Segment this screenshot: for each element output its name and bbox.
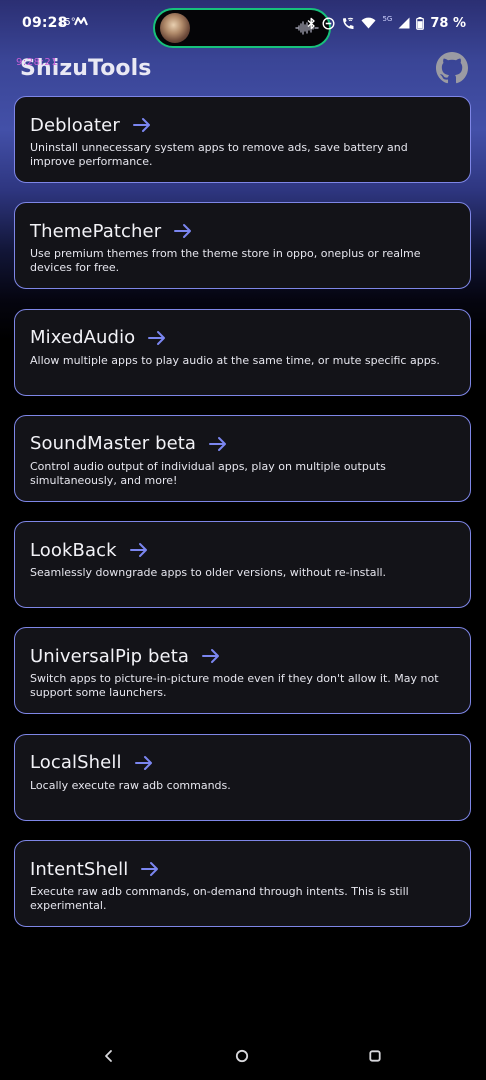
do-not-disturb-icon (322, 16, 335, 30)
tool-card-mixedaudio[interactable]: MixedAudio Allow multiple apps to play a… (14, 308, 471, 396)
card-title-row: SoundMaster beta (30, 431, 456, 457)
card-title-row: IntentShell (30, 856, 456, 882)
card-description: Locally execute raw adb commands. (30, 778, 231, 792)
media-island[interactable] (153, 8, 331, 48)
arrow-right-icon (134, 755, 152, 770)
status-icons: 5G 78 % (307, 13, 466, 33)
card-title: UniversalPip beta (30, 645, 190, 667)
card-title: LocalShell (30, 752, 122, 774)
arrow-right-icon (132, 118, 150, 132)
github-icon[interactable] (436, 52, 468, 84)
cellular-signal-icon (398, 17, 410, 29)
battery-icon (416, 16, 425, 30)
card-title: MixedAudio (30, 327, 136, 349)
tool-card-debloater[interactable]: Debloater Uninstall unnecessary system a… (14, 96, 471, 183)
tool-card-soundmaster[interactable]: SoundMaster beta Control audio output of… (14, 414, 471, 502)
card-title: ThemePatcher (30, 220, 162, 242)
card-description: Use premium themes from the theme store … (30, 247, 421, 275)
recents-icon[interactable] (365, 1046, 385, 1066)
wifi-icon (361, 17, 376, 29)
card-title-row: LocalShell (30, 750, 456, 776)
arrow-right-icon (148, 330, 166, 345)
card-description: Uninstall unnecessary system apps to rem… (30, 141, 408, 168)
back-icon[interactable] (99, 1046, 119, 1066)
card-title-row: MixedAudio (30, 325, 456, 351)
wifi-calling-icon (343, 17, 354, 29)
card-title: IntentShell (30, 858, 129, 880)
card-description: Execute raw adb commands, on-demand thro… (30, 885, 409, 913)
tool-card-intentshell[interactable]: IntentShell Execute raw adb commands, on… (14, 840, 471, 928)
arrow-right-icon (202, 649, 220, 664)
media-album-art (160, 13, 190, 43)
tool-card-lookback[interactable]: LookBack Seamlessly downgrade apps to ol… (14, 521, 471, 609)
overlay-clock: 9:28:21 (16, 57, 59, 68)
card-title-row: LookBack (30, 537, 456, 563)
tool-card-universalpip[interactable]: UniversalPip beta Switch apps to picture… (14, 627, 471, 715)
navigation-bar (0, 1036, 486, 1076)
card-title: SoundMaster beta (30, 433, 197, 455)
arrow-right-icon (129, 543, 147, 558)
card-title-row: ThemePatcher (30, 218, 456, 244)
card-description: Control audio output of individual apps,… (30, 459, 386, 487)
arrow-right-icon (141, 862, 159, 877)
bluetooth-icon (307, 17, 316, 29)
card-title-row: Debloater (30, 112, 456, 138)
card-description: Switch apps to picture-in-picture mode e… (30, 672, 439, 700)
card-title: Debloater (30, 114, 120, 136)
status-bar: 09:28 15° 5G 78 % (0, 0, 486, 48)
tool-list: Debloater Uninstall unnecessary system a… (14, 96, 471, 946)
card-description: Allow multiple apps to play audio at the… (30, 353, 440, 367)
network-type-label: 5G (382, 15, 393, 23)
tool-card-themepatcher[interactable]: ThemePatcher Use premium themes from the… (14, 202, 471, 290)
arrow-right-icon (174, 224, 192, 239)
app-notification-icon (74, 17, 88, 26)
card-title: LookBack (30, 539, 117, 561)
home-icon[interactable] (232, 1046, 252, 1066)
tool-card-localshell[interactable]: LocalShell Locally execute raw adb comma… (14, 733, 471, 821)
card-description: Seamlessly downgrade apps to older versi… (30, 566, 387, 580)
battery-percentage: 78 % (430, 15, 466, 31)
arrow-right-icon (209, 436, 227, 451)
card-title-row: UniversalPip beta (30, 643, 456, 669)
